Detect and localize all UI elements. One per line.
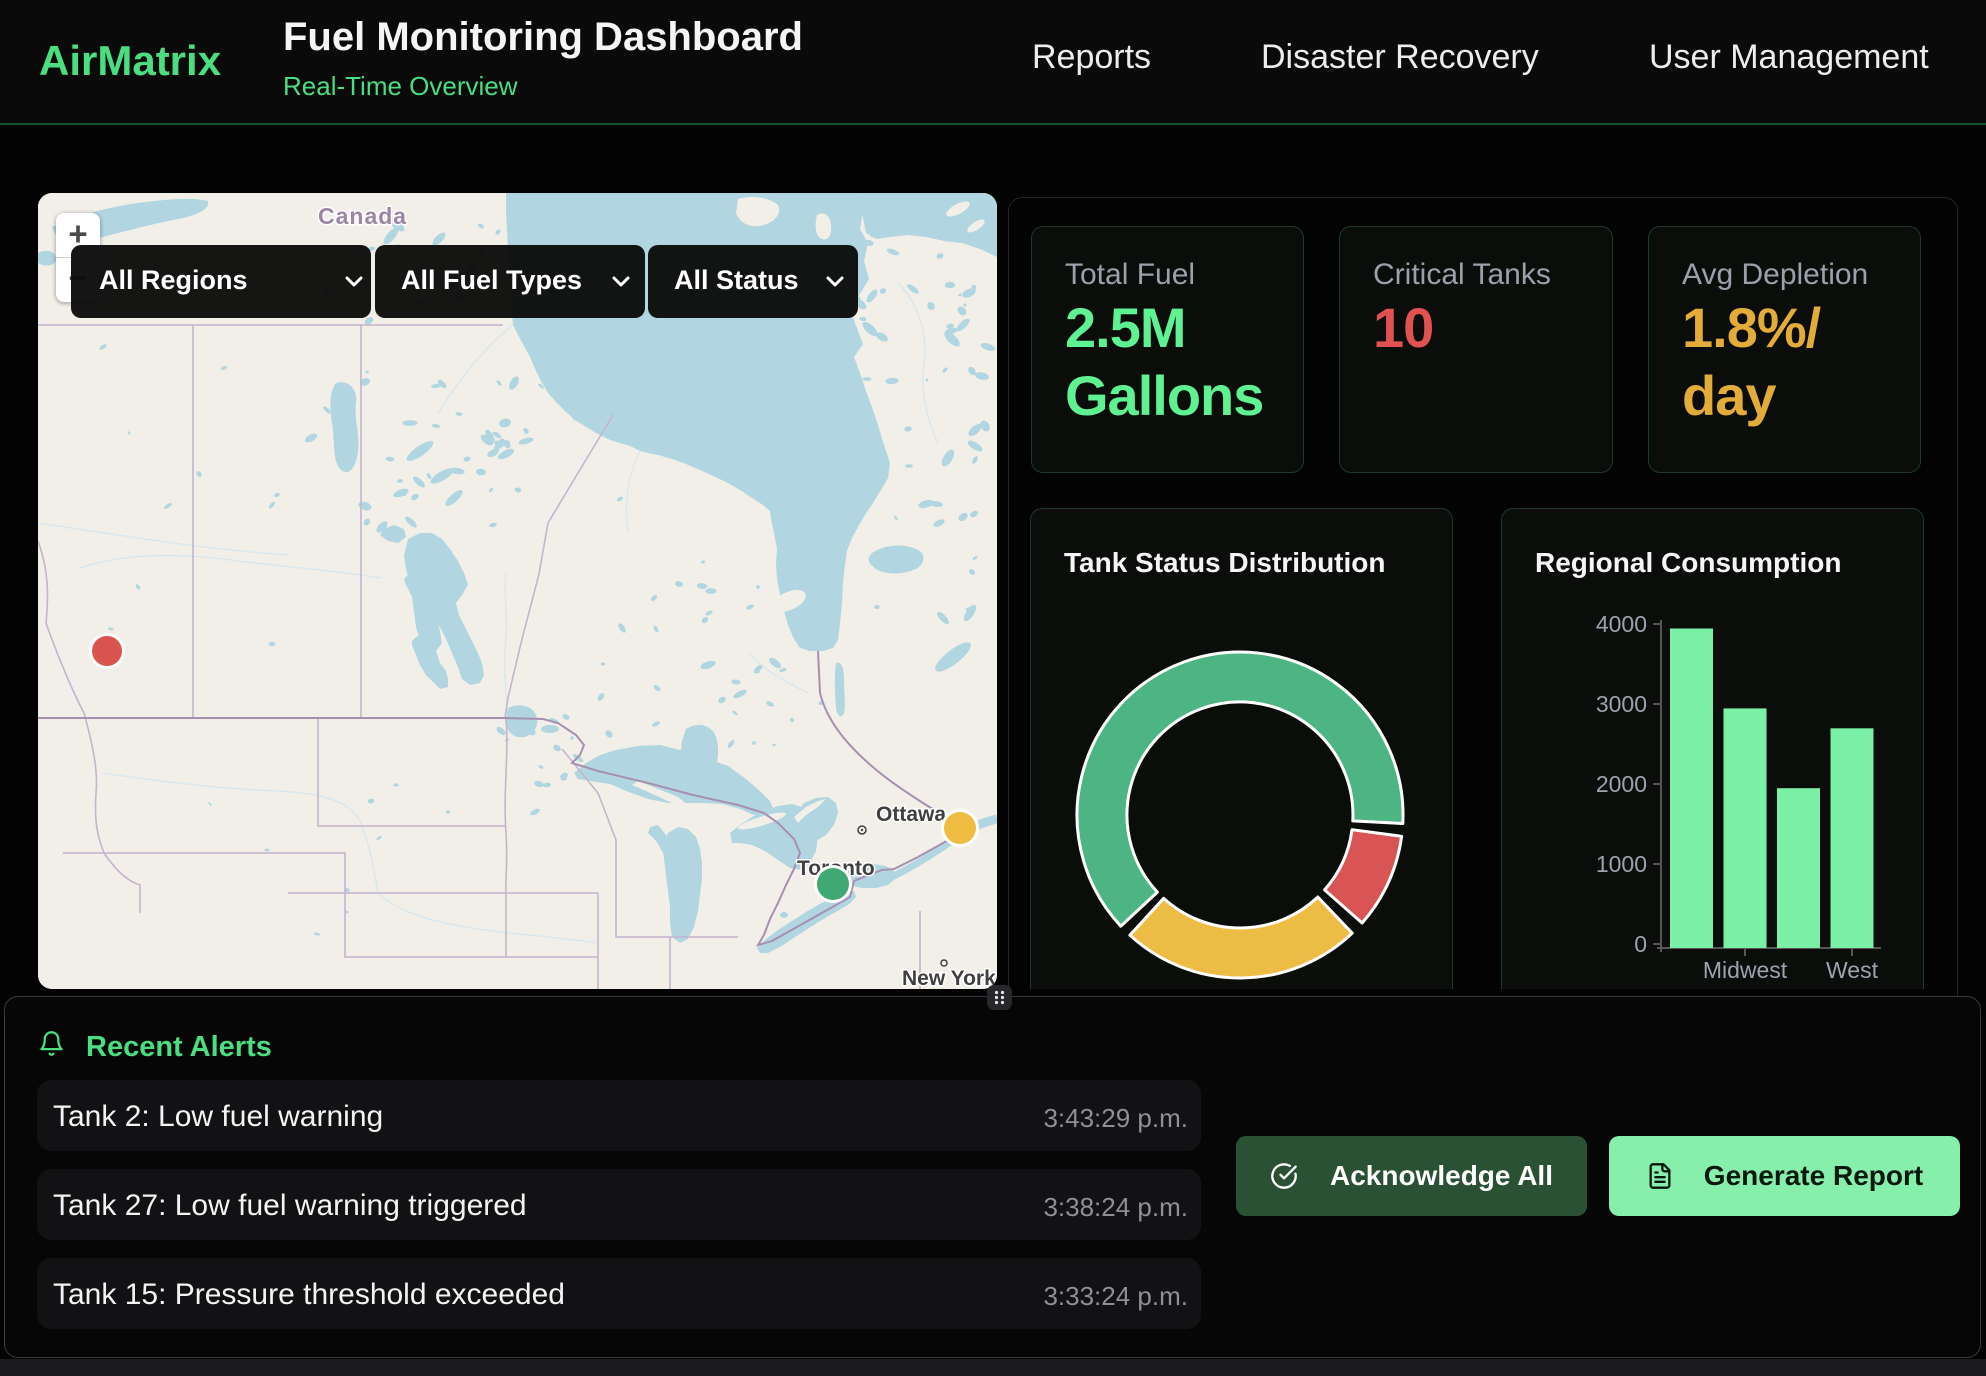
- svg-text:West: West: [1826, 957, 1879, 983]
- svg-text:2000: 2000: [1596, 771, 1647, 797]
- svg-text:Midwest: Midwest: [1703, 957, 1788, 983]
- svg-text:4000: 4000: [1596, 611, 1647, 637]
- svg-text:New York: New York: [902, 967, 996, 989]
- svg-text:Ottawa: Ottawa: [876, 803, 946, 826]
- svg-text:0: 0: [1634, 931, 1647, 957]
- svg-text:3000: 3000: [1596, 691, 1647, 717]
- svg-text:Canada: Canada: [318, 203, 407, 229]
- svg-text:1000: 1000: [1596, 851, 1647, 877]
